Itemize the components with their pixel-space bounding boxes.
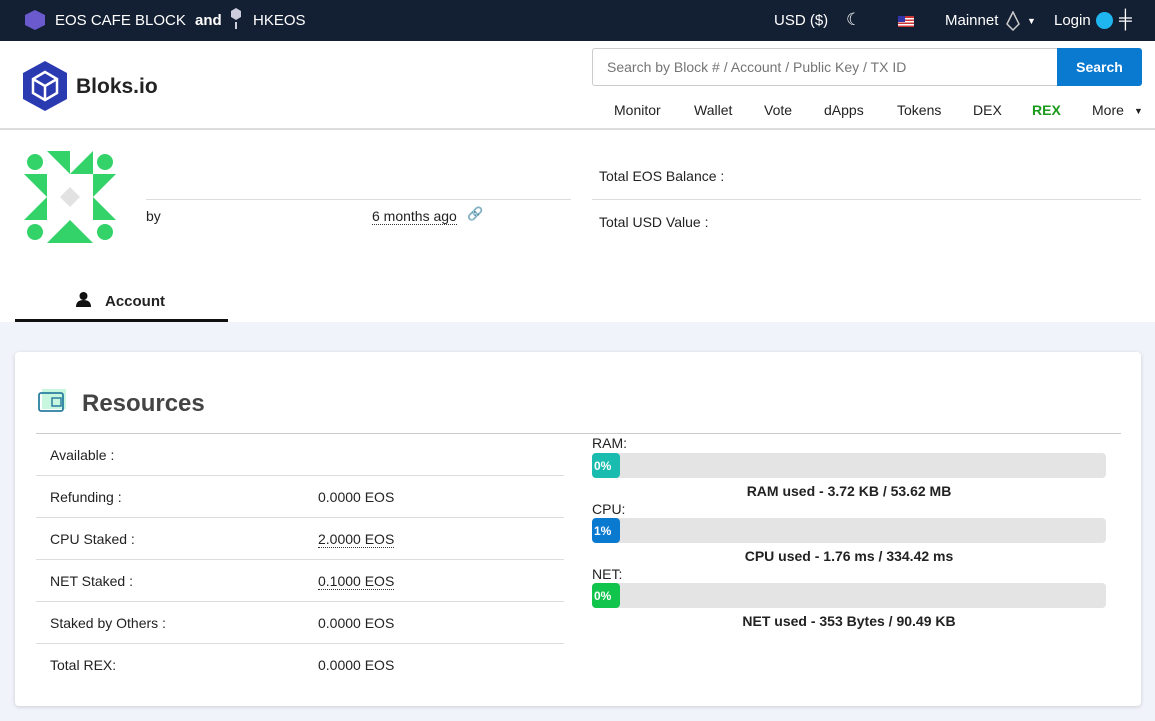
eoscafe-logo-icon bbox=[25, 10, 45, 30]
nav-wallet[interactable]: Wallet bbox=[694, 102, 732, 118]
chevron-down-icon[interactable]: ▼ bbox=[1134, 106, 1143, 116]
producer-name[interactable]: EOS CAFE BLOCK bbox=[55, 12, 186, 29]
row-value[interactable]: 0.1000 EOS bbox=[318, 573, 395, 590]
nav-vote[interactable]: Vote bbox=[764, 102, 792, 118]
header: Bloks.io Search Monitor Wallet Vote dApp… bbox=[0, 41, 1155, 130]
row-value: 0.0000 EOS bbox=[318, 615, 395, 631]
ram-label: RAM: bbox=[592, 435, 627, 451]
net-usage-caption: NET used - 353 Bytes / 90.49 KB bbox=[742, 613, 956, 629]
currency-select[interactable]: USD ($) bbox=[774, 12, 828, 29]
cpu-progress-bar: 1% bbox=[592, 518, 1106, 543]
row-value: 0.0000 EOS bbox=[318, 657, 395, 673]
row-label: CPU Staked : bbox=[50, 531, 135, 547]
user-icon bbox=[76, 292, 91, 307]
bloks-logo-icon[interactable] bbox=[22, 60, 68, 112]
top-bar: EOS CAFE BLOCK and HKEOS USD ($) ☾ Mainn… bbox=[0, 0, 1155, 41]
avatar bbox=[24, 151, 116, 243]
net-progress-bar: 0% bbox=[592, 583, 1106, 608]
creator-label: by bbox=[146, 208, 161, 224]
nav-dex[interactable]: DEX bbox=[973, 102, 1002, 118]
cpu-progress-fill: 1% bbox=[592, 518, 620, 543]
total-usd-value-label: Total USD Value : bbox=[599, 214, 709, 230]
row-value: 0.0000 EOS bbox=[318, 489, 395, 505]
and-text: and bbox=[195, 12, 222, 29]
hkeos-logo-icon bbox=[231, 8, 241, 29]
nav-tokens[interactable]: Tokens bbox=[897, 102, 941, 118]
cpu-usage-caption: CPU used - 1.76 ms / 334.42 ms bbox=[744, 548, 954, 564]
row-label: Refunding : bbox=[50, 489, 122, 505]
resources-card: Resources Available : Refunding : 0.0000 … bbox=[15, 352, 1141, 706]
tab-account-label: Account bbox=[105, 293, 165, 310]
chevron-down-icon[interactable]: ▼ bbox=[1027, 16, 1036, 26]
resource-row-total-rex: Total REX: 0.0000 EOS bbox=[36, 644, 564, 686]
ram-progress-bar: 0% bbox=[592, 453, 1106, 478]
net-label: NET: bbox=[592, 566, 623, 582]
us-flag-icon[interactable] bbox=[898, 16, 914, 27]
scatter-icon[interactable] bbox=[1096, 12, 1113, 29]
network-select[interactable]: Mainnet bbox=[945, 12, 998, 29]
wallet-icon bbox=[38, 389, 66, 412]
created-time[interactable]: 6 months ago bbox=[372, 208, 457, 225]
cpu-label: CPU: bbox=[592, 501, 626, 517]
row-label: Available : bbox=[50, 447, 115, 463]
resource-row-net-staked: NET Staked : 0.1000 EOS bbox=[36, 560, 564, 602]
menu-icon[interactable]: ╪ bbox=[1119, 9, 1132, 30]
account-profile: by 6 months ago 🔗 Total EOS Balance : To… bbox=[0, 132, 1155, 322]
row-label: NET Staked : bbox=[50, 573, 134, 589]
total-eos-balance-label: Total EOS Balance : bbox=[599, 168, 725, 184]
eos-icon bbox=[1006, 11, 1020, 31]
login-button[interactable]: Login bbox=[1054, 12, 1091, 29]
resource-row-staked-by-others: Staked by Others : 0.0000 EOS bbox=[36, 602, 564, 644]
nav-more[interactable]: More bbox=[1092, 102, 1124, 118]
resources-title: Resources bbox=[82, 390, 205, 417]
brand-name[interactable]: Bloks.io bbox=[76, 75, 158, 99]
search-button[interactable]: Search bbox=[1057, 48, 1142, 86]
resource-row-refunding: Refunding : 0.0000 EOS bbox=[36, 476, 564, 518]
row-label: Total REX: bbox=[50, 657, 117, 673]
link-icon[interactable]: 🔗 bbox=[467, 206, 483, 222]
nav-dapps[interactable]: dApps bbox=[824, 102, 864, 118]
row-label: Staked by Others : bbox=[50, 615, 166, 631]
ram-progress-fill: 0% bbox=[592, 453, 620, 478]
moon-icon[interactable]: ☾ bbox=[846, 10, 861, 30]
resource-row-available: Available : bbox=[36, 434, 564, 476]
search-input[interactable] bbox=[592, 48, 1058, 86]
nav-rex[interactable]: REX bbox=[1032, 102, 1061, 118]
nav-monitor[interactable]: Monitor bbox=[614, 102, 661, 118]
net-progress-fill: 0% bbox=[592, 583, 620, 608]
tab-account[interactable]: Account bbox=[15, 274, 228, 322]
producer-name-2[interactable]: HKEOS bbox=[253, 12, 306, 29]
ram-usage-caption: RAM used - 3.72 KB / 53.62 MB bbox=[746, 483, 952, 499]
row-value[interactable]: 2.0000 EOS bbox=[318, 531, 395, 548]
resource-row-cpu-staked: CPU Staked : 2.0000 EOS bbox=[36, 518, 564, 560]
